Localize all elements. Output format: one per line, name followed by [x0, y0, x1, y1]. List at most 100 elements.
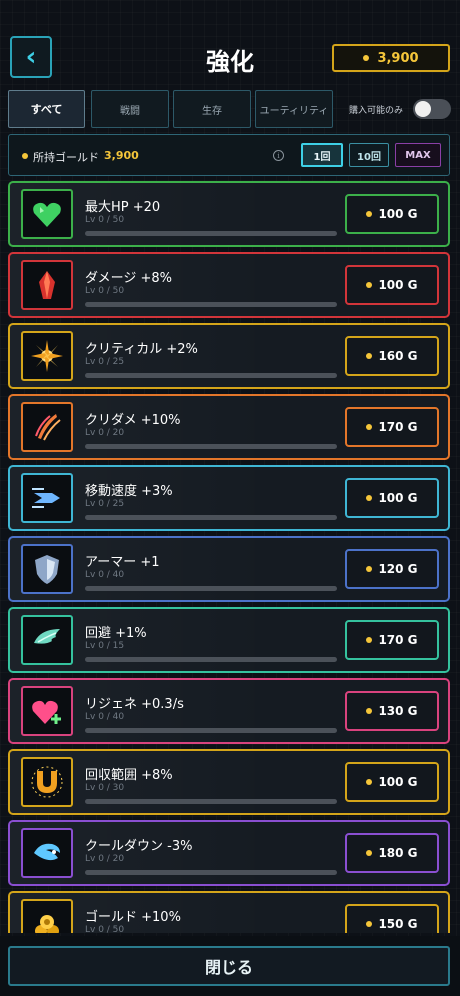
buy-cost: 170 G — [378, 420, 418, 434]
upgrade-progress-bar — [85, 728, 337, 733]
upgrade-level: Lv 0 / 30 — [85, 783, 125, 793]
upgrade-progress-bar — [85, 515, 337, 520]
coin-icon — [366, 495, 373, 501]
upgrade-card: 回収範囲 +8% Lv 0 / 30 100 G — [8, 749, 450, 815]
coin-icon — [366, 353, 373, 359]
upgrade-level: Lv 0 / 40 — [85, 570, 125, 580]
upgrade-icon-frame — [21, 828, 73, 878]
buy-button[interactable]: 100 G — [345, 194, 439, 234]
buy-button[interactable]: 100 G — [345, 265, 439, 305]
coin-icon — [366, 779, 373, 785]
upgrade-progress-bar — [85, 444, 337, 449]
buy-button[interactable]: 100 G — [345, 478, 439, 518]
coin-icon — [366, 282, 373, 288]
quantity-1x-button[interactable]: 1回 — [301, 143, 343, 167]
coin-icon — [366, 637, 373, 643]
upgrade-name: 移動速度 +3% — [85, 484, 173, 499]
upgrade-card: 移動速度 +3% Lv 0 / 25 100 G — [8, 465, 450, 531]
toggle-knob — [415, 101, 431, 117]
coin-icon — [366, 424, 373, 430]
coin-icon — [366, 921, 373, 927]
buy-cost: 180 G — [378, 846, 418, 860]
tab-combat[interactable]: 戦闘 — [91, 90, 169, 128]
upgrade-level: Lv 0 / 15 — [85, 641, 125, 651]
claw-icon — [35, 414, 61, 441]
buy-cost: 170 G — [378, 633, 418, 647]
tab-survival[interactable]: 生存 — [173, 90, 251, 128]
upgrade-name: ダメージ +8% — [85, 271, 172, 286]
tab-all[interactable]: すべて — [8, 90, 85, 128]
upgrade-icon-frame — [21, 615, 73, 665]
coin-icon — [363, 55, 370, 61]
buy-button[interactable]: 170 G — [345, 407, 439, 447]
buy-button[interactable]: 170 G — [345, 620, 439, 660]
upgrade-card: ゴールド +10% Lv 0 / 50 150 G — [8, 891, 450, 933]
upgrade-name: クリティカル +2% — [85, 342, 198, 357]
upgrade-progress-bar — [85, 586, 337, 591]
upgrade-card: 回避 +1% Lv 0 / 15 170 G — [8, 607, 450, 673]
upgrade-icon-frame — [21, 899, 73, 933]
upgrade-progress-bar — [85, 870, 337, 875]
wing-icon — [34, 629, 60, 644]
upgrade-name: 最大HP +20 — [85, 200, 161, 215]
upgrade-level: Lv 0 / 20 — [85, 428, 125, 438]
heart-plus-icon — [32, 700, 61, 724]
upgrade-level: Lv 0 / 40 — [85, 712, 125, 722]
footer: 閉じる — [0, 936, 460, 996]
buy-button[interactable]: 150 G — [345, 904, 439, 933]
upgrade-level: Lv 0 / 50 — [85, 286, 125, 296]
upgrade-icon-frame — [21, 544, 73, 594]
upgrade-list[interactable]: 最大HP +20 Lv 0 / 50 100 G ダメージ +8% Lv 0 / 50 1… — [8, 181, 450, 933]
coin-icon — [366, 211, 373, 217]
upgrade-icon-frame — [21, 331, 73, 381]
gold-total-badge: 3,900 — [332, 44, 450, 72]
upgrade-name: リジェネ +0.3/s — [85, 697, 184, 712]
buy-cost: 100 G — [378, 775, 418, 789]
upgrade-progress-bar — [85, 373, 337, 378]
upgrade-level: Lv 0 / 25 — [85, 499, 125, 509]
upgrade-level: Lv 0 / 20 — [85, 854, 125, 864]
upgrade-card: クリダメ +10% Lv 0 / 20 170 G — [8, 394, 450, 460]
upgrade-name: アーマー +1 — [85, 555, 160, 570]
coin-icon — [366, 850, 373, 856]
buy-cost: 100 G — [378, 207, 418, 221]
buy-button[interactable]: 130 G — [345, 691, 439, 731]
upgrade-progress-bar — [85, 657, 337, 662]
coin-icon — [22, 153, 28, 159]
buy-button[interactable]: 100 G — [345, 762, 439, 802]
upgrade-icon-frame — [21, 189, 73, 239]
owned-gold-bar: 所持ゴールド 3,900 i 1回 10回 MAX — [8, 134, 450, 176]
header: ‹ 強化 3,900 — [0, 0, 460, 88]
upgrade-level: Lv 0 / 50 — [85, 215, 125, 225]
upgrade-name: ゴールド +10% — [85, 910, 181, 925]
upgrade-icon-frame — [21, 402, 73, 452]
shield-icon — [35, 555, 59, 584]
buy-button[interactable]: 120 G — [345, 549, 439, 589]
coin-icon — [366, 566, 373, 572]
info-icon[interactable]: i — [273, 150, 284, 161]
upgrade-progress-bar — [85, 302, 337, 307]
upgrade-card: クールダウン -3% Lv 0 / 20 180 G — [8, 820, 450, 886]
tab-utility[interactable]: ユーティリティ — [255, 90, 333, 128]
gold-pile-icon — [35, 915, 59, 933]
affordable-only-toggle[interactable] — [413, 99, 451, 119]
heart-gem-icon — [33, 202, 61, 227]
close-button[interactable]: 閉じる — [8, 946, 450, 986]
buy-button[interactable]: 160 G — [345, 336, 439, 376]
upgrade-level: Lv 0 / 25 — [85, 357, 125, 367]
speed-icon — [32, 488, 60, 508]
quantity-max-button[interactable]: MAX — [395, 143, 441, 167]
upgrade-icon-frame — [21, 260, 73, 310]
buy-cost: 160 G — [378, 349, 418, 363]
affordable-only-label: 購入可能のみ — [349, 106, 404, 116]
upgrade-card: ダメージ +8% Lv 0 / 50 100 G — [8, 252, 450, 318]
upgrade-name: 回収範囲 +8% — [85, 768, 173, 783]
quantity-10x-button[interactable]: 10回 — [349, 143, 389, 167]
owned-gold-value: 3,900 — [104, 149, 139, 162]
burst-icon — [31, 340, 63, 372]
upgrade-name: クールダウン -3% — [85, 839, 193, 854]
buy-button[interactable]: 180 G — [345, 833, 439, 873]
upgrade-card: アーマー +1 Lv 0 / 40 120 G — [8, 536, 450, 602]
upgrade-card: 最大HP +20 Lv 0 / 50 100 G — [8, 181, 450, 247]
buy-cost: 130 G — [378, 704, 418, 718]
